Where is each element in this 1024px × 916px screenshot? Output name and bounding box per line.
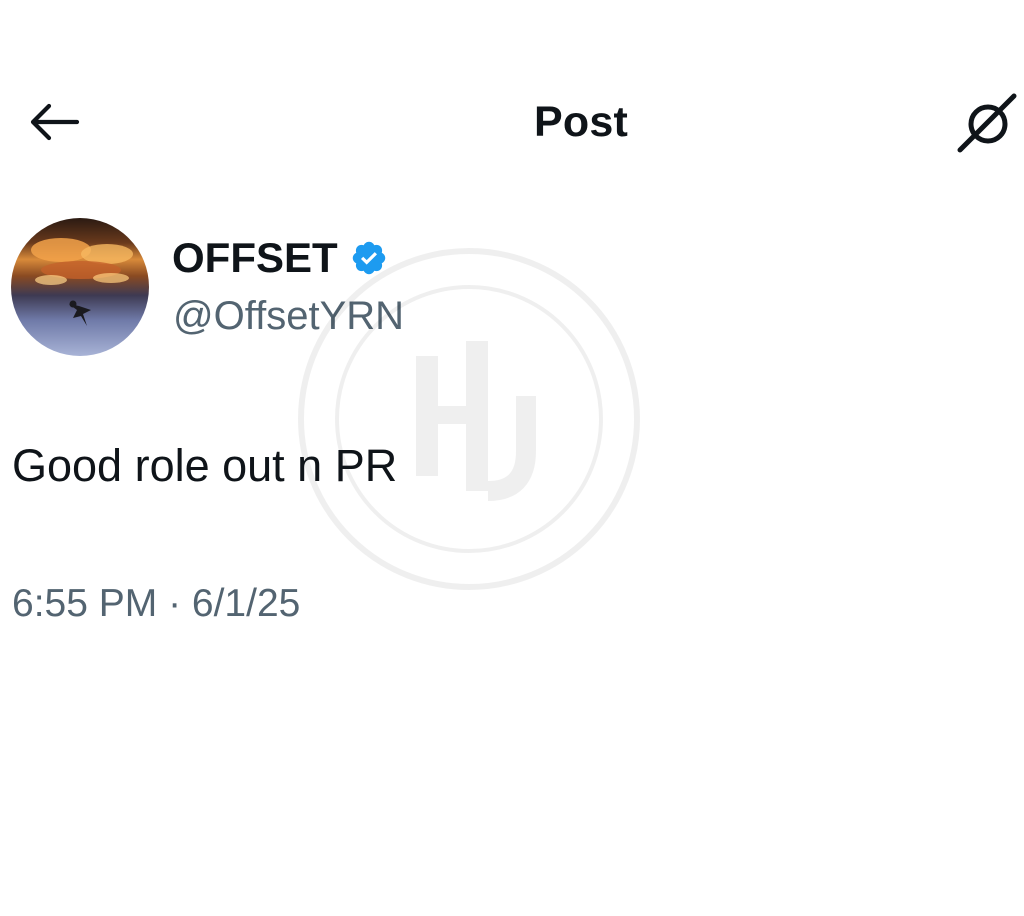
top-bar: Post bbox=[0, 80, 1024, 164]
page-title: Post bbox=[534, 98, 628, 146]
display-name-row: OFFSET bbox=[172, 234, 388, 282]
user-handle[interactable]: @OffsetYRN bbox=[173, 294, 404, 339]
post-author: OFFSET @OffsetYRN bbox=[11, 218, 711, 358]
display-name[interactable]: OFFSET bbox=[172, 234, 338, 282]
grok-button[interactable] bbox=[952, 86, 1024, 158]
arrow-left-icon bbox=[30, 103, 80, 141]
post-timestamp[interactable]: 6:55 PM · 6/1/25 bbox=[12, 582, 300, 626]
page-title-wrap: Post bbox=[0, 98, 1024, 147]
avatar-image bbox=[31, 238, 133, 326]
avatar[interactable] bbox=[11, 218, 149, 356]
back-button[interactable] bbox=[22, 94, 86, 150]
grok-icon bbox=[957, 93, 1017, 153]
post-text: Good role out n PR bbox=[12, 440, 398, 491]
verified-badge-icon bbox=[350, 239, 388, 277]
